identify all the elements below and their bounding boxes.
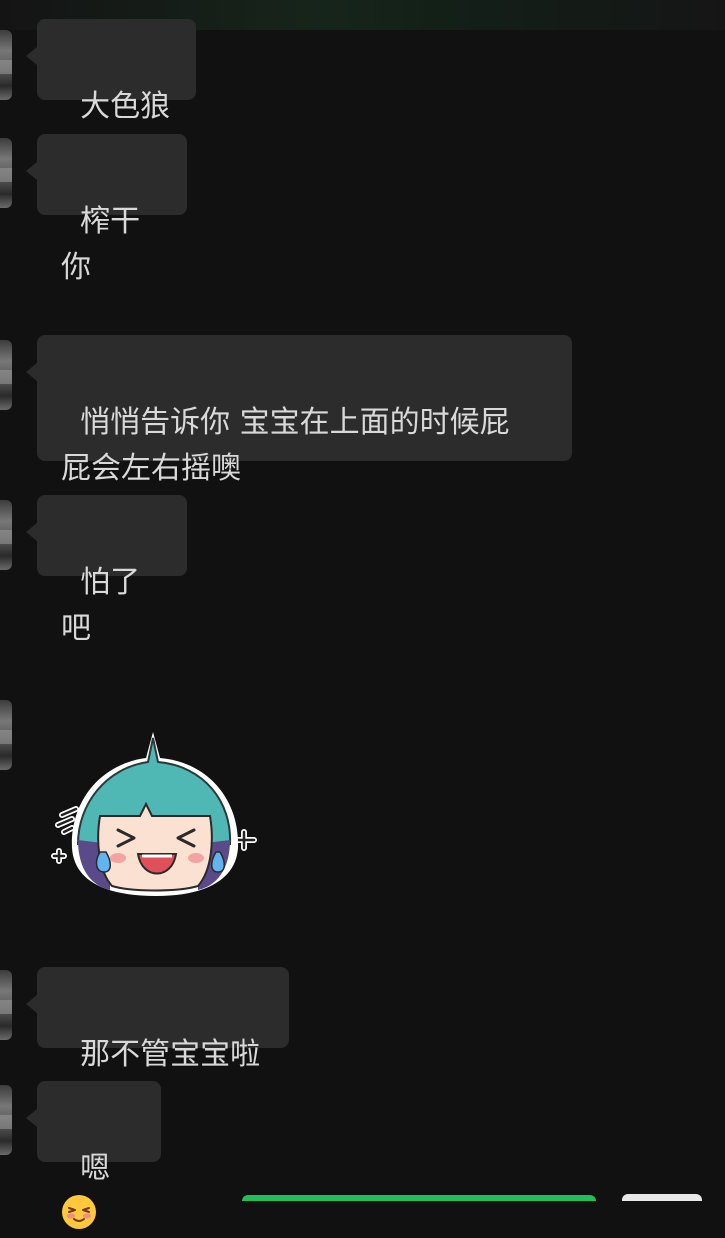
message-text: 嗯 bbox=[80, 1151, 111, 1186]
contact-avatar[interactable] bbox=[0, 970, 12, 1040]
message-text: 悄悄告诉你 宝宝在上面的时候屁 屁会左右摇噢 bbox=[61, 405, 510, 486]
smiling-blushing-emoji bbox=[62, 1195, 96, 1229]
contact-avatar[interactable] bbox=[0, 340, 12, 410]
message-bubble[interactable]: 悄悄告诉你 宝宝在上面的时候屁 屁会左右摇噢 bbox=[26, 335, 572, 486]
contact-avatar[interactable] bbox=[0, 500, 12, 570]
message-bubble[interactable]: 榨干你 bbox=[26, 134, 187, 285]
contact-avatar[interactable] bbox=[0, 1085, 12, 1155]
contact-avatar[interactable] bbox=[0, 700, 12, 770]
message-text: 大色狼 bbox=[80, 89, 171, 124]
message-bubble[interactable]: 嗯 bbox=[26, 1081, 161, 1229]
message-bubble[interactable]: 大色狼 bbox=[26, 19, 196, 124]
message-text: 那不管宝宝啦 bbox=[80, 1037, 261, 1072]
message-bubble[interactable]: 那不管宝宝啦 bbox=[26, 967, 289, 1072]
message-text: 榨干你 bbox=[61, 204, 141, 285]
message-text: 怕了吧 bbox=[61, 565, 141, 646]
contact-avatar[interactable] bbox=[0, 138, 12, 208]
message-bubble[interactable]: 怕了吧 bbox=[26, 495, 187, 646]
send-button[interactable] bbox=[242, 1195, 596, 1201]
contact-avatar[interactable] bbox=[0, 30, 12, 100]
laughing-crying-girl-sticker[interactable] bbox=[48, 730, 268, 900]
